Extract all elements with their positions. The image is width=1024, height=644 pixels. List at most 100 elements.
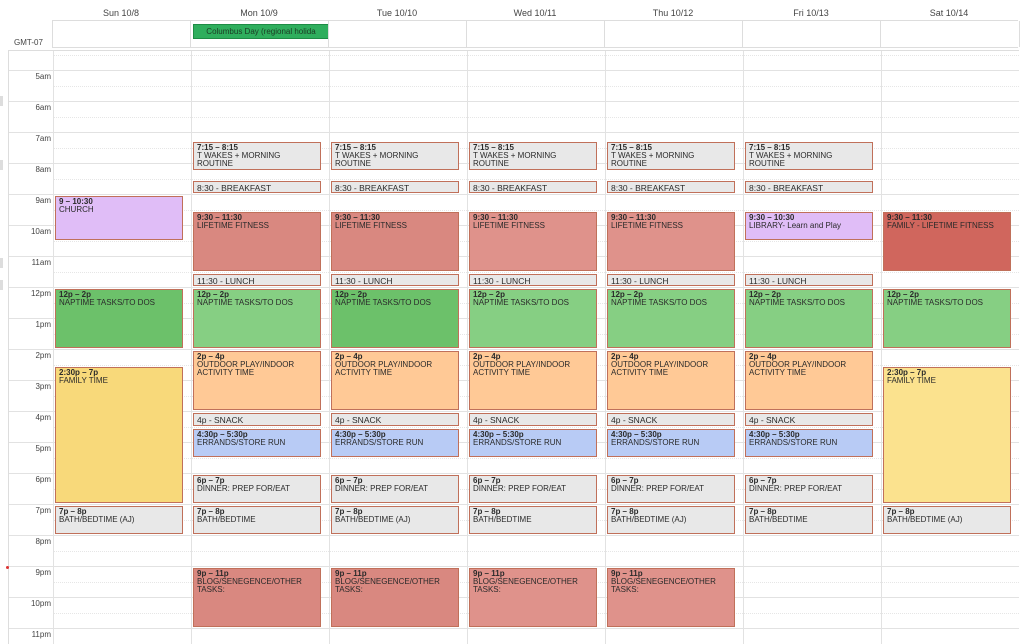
hour-label: 7pm	[9, 506, 51, 515]
calendar-event[interactable]: 8:30 - BREAKFAST	[331, 181, 459, 193]
calendar-event[interactable]: 7:15 – 8:15T WAKES + MORNING ROUTINE	[469, 142, 597, 170]
calendar-event[interactable]: 7p – 8pBATH/BEDTIME	[745, 506, 873, 534]
calendar-event[interactable]: 4:30p – 5:30pERRANDS/STORE RUN	[193, 429, 321, 457]
calendar-event[interactable]: 7p – 8pBATH/BEDTIME (AJ)	[55, 506, 183, 534]
all-day-cell[interactable]	[52, 21, 191, 47]
calendar-event[interactable]: 9:30 – 10:30LIBRARY- Learn and Play	[745, 212, 873, 240]
calendar-event[interactable]: 7p – 8pBATH/BEDTIME (AJ)	[883, 506, 1011, 534]
calendar-event[interactable]: 2p – 4pOUTDOOR PLAY/INDOOR ACTIVITY TIME	[607, 351, 735, 410]
calendar-event[interactable]: 6p – 7pDINNER: PREP FOR/EAT	[469, 475, 597, 503]
calendar-event[interactable]: 4p - SNACK	[469, 413, 597, 426]
calendar-event[interactable]: 11:30 - LUNCH	[193, 274, 321, 286]
calendar-event[interactable]: 7:15 – 8:15T WAKES + MORNING ROUTINE	[745, 142, 873, 170]
calendar-event[interactable]: 12p – 2pNAPTIME TASKS/TO DOS	[55, 289, 183, 348]
day-column-divider	[467, 51, 468, 644]
calendar-event[interactable]: 9:30 – 11:30LIFETIME FITNESS	[607, 212, 735, 271]
hour-label: 9pm	[9, 568, 51, 577]
event-title: OUTDOOR PLAY/INDOOR ACTIVITY TIME	[611, 361, 731, 377]
calendar-event[interactable]: 9p – 11pBLOG/SENEGENCE/OTHER TASKS:	[607, 568, 735, 627]
calendar-event[interactable]: 9p – 11pBLOG/SENEGENCE/OTHER TASKS:	[193, 568, 321, 627]
calendar-event[interactable]: 4:30p – 5:30pERRANDS/STORE RUN	[469, 429, 597, 457]
calendar-event[interactable]: 6p – 7pDINNER: PREP FOR/EAT	[331, 475, 459, 503]
calendar-event[interactable]: 9p – 11pBLOG/SENEGENCE/OTHER TASKS:	[331, 568, 459, 627]
event-title: NAPTIME TASKS/TO DOS	[59, 299, 179, 307]
calendar-event[interactable]: 9 – 10:30CHURCH	[55, 196, 183, 240]
calendar-event[interactable]: 9p – 11pBLOG/SENEGENCE/OTHER TASKS:	[469, 568, 597, 627]
calendar-event[interactable]: 7p – 8pBATH/BEDTIME	[469, 506, 597, 534]
event-title: 11:30 - LUNCH	[611, 276, 731, 286]
calendar-event[interactable]: 7:15 – 8:15T WAKES + MORNING ROUTINE	[331, 142, 459, 170]
half-hour-line	[53, 458, 1019, 459]
calendar-event[interactable]: 12p – 2pNAPTIME TASKS/TO DOS	[193, 289, 321, 348]
calendar-event[interactable]: 7p – 8pBATH/BEDTIME (AJ)	[607, 506, 735, 534]
calendar-event[interactable]: 8:30 - BREAKFAST	[469, 181, 597, 193]
half-hour-line	[53, 551, 1019, 552]
calendar-event[interactable]: 9:30 – 11:30LIFETIME FITNESS	[193, 212, 321, 271]
calendar-event[interactable]: 6p – 7pDINNER: PREP FOR/EAT	[745, 475, 873, 503]
all-day-cell[interactable]	[742, 21, 881, 47]
event-title: NAPTIME TASKS/TO DOS	[611, 299, 731, 307]
event-title: LIFETIME FITNESS	[335, 222, 455, 230]
all-day-cell[interactable]	[466, 21, 605, 47]
calendar-event[interactable]: 4p - SNACK	[607, 413, 735, 426]
calendar-event[interactable]: 4p - SNACK	[745, 413, 873, 426]
calendar-event[interactable]: 11:30 - LUNCH	[745, 274, 873, 286]
calendar-event[interactable]: 4:30p – 5:30pERRANDS/STORE RUN	[607, 429, 735, 457]
calendar-event[interactable]: 12p – 2pNAPTIME TASKS/TO DOS	[331, 289, 459, 348]
calendar-event[interactable]: 11:30 - LUNCH	[607, 274, 735, 286]
event-title: DINNER: PREP FOR/EAT	[335, 485, 455, 493]
calendar-event[interactable]: 6p – 7pDINNER: PREP FOR/EAT	[607, 475, 735, 503]
calendar-event[interactable]: 11:30 - LUNCH	[469, 274, 597, 286]
calendar-event[interactable]: 7p – 8pBATH/BEDTIME	[193, 506, 321, 534]
event-title: 8:30 - BREAKFAST	[749, 183, 869, 193]
day-column-divider	[53, 51, 54, 644]
all-day-cell[interactable]	[604, 21, 743, 47]
calendar-event[interactable]: 9:30 – 11:30LIFETIME FITNESS	[331, 212, 459, 271]
calendar-event[interactable]: 7p – 8pBATH/BEDTIME (AJ)	[331, 506, 459, 534]
event-title: ERRANDS/STORE RUN	[611, 439, 731, 447]
event-title: T WAKES + MORNING ROUTINE	[335, 152, 455, 168]
calendar-event[interactable]: 7:15 – 8:15T WAKES + MORNING ROUTINE	[607, 142, 735, 170]
calendar-event[interactable]: 2:30p – 7pFAMILY TIME	[55, 367, 183, 504]
side-panel-edge	[0, 280, 3, 290]
event-title: 8:30 - BREAKFAST	[335, 183, 455, 193]
calendar-event[interactable]: 4:30p – 5:30pERRANDS/STORE RUN	[331, 429, 459, 457]
hour-label: 9am	[9, 196, 51, 205]
calendar-event[interactable]: 2p – 4pOUTDOOR PLAY/INDOOR ACTIVITY TIME	[331, 351, 459, 410]
calendar-event[interactable]: 7:15 – 8:15T WAKES + MORNING ROUTINE	[193, 142, 321, 170]
day-column-divider	[743, 51, 744, 644]
calendar-event[interactable]: 12p – 2pNAPTIME TASKS/TO DOS	[469, 289, 597, 348]
calendar-event[interactable]: 2p – 4pOUTDOOR PLAY/INDOOR ACTIVITY TIME	[469, 351, 597, 410]
event-title: ERRANDS/STORE RUN	[197, 439, 317, 447]
calendar-event[interactable]: 9:30 – 11:30FAMILY - LIFETIME FITNESS	[883, 212, 1011, 271]
calendar-event[interactable]: 12p – 2pNAPTIME TASKS/TO DOS	[607, 289, 735, 348]
calendar-event[interactable]: 12p – 2pNAPTIME TASKS/TO DOS	[883, 289, 1011, 348]
event-title: 11:30 - LUNCH	[197, 276, 317, 286]
calendar-event[interactable]: 4p - SNACK	[193, 413, 321, 426]
hour-label: 5am	[9, 72, 51, 81]
calendar-event[interactable]: 11:30 - LUNCH	[331, 274, 459, 286]
calendar-event[interactable]: 8:30 - BREAKFAST	[607, 181, 735, 193]
all-day-cell[interactable]: Columbus Day (regional holida	[190, 21, 329, 47]
calendar-event[interactable]: 8:30 - BREAKFAST	[193, 181, 321, 193]
all-day-cell[interactable]	[880, 21, 1020, 47]
side-panel-edge	[0, 160, 3, 170]
calendar-event[interactable]: 12p – 2pNAPTIME TASKS/TO DOS	[745, 289, 873, 348]
all-day-event[interactable]: Columbus Day (regional holida	[193, 24, 329, 39]
hour-label: 8am	[9, 165, 51, 174]
current-time-indicator	[6, 566, 9, 569]
calendar-event[interactable]: 4:30p – 5:30pERRANDS/STORE RUN	[745, 429, 873, 457]
calendar-event[interactable]: 6p – 7pDINNER: PREP FOR/EAT	[193, 475, 321, 503]
calendar-event[interactable]: 2p – 4pOUTDOOR PLAY/INDOOR ACTIVITY TIME	[745, 351, 873, 410]
calendar-event[interactable]: 8:30 - BREAKFAST	[745, 181, 873, 193]
hour-label: 4pm	[9, 413, 51, 422]
calendar-event[interactable]: 9:30 – 11:30LIFETIME FITNESS	[469, 212, 597, 271]
event-title: BATH/BEDTIME (AJ)	[611, 516, 731, 524]
hour-label: 8pm	[9, 537, 51, 546]
hour-label: 10pm	[9, 599, 51, 608]
all-day-cell[interactable]	[328, 21, 467, 47]
hour-line	[9, 504, 1019, 505]
calendar-event[interactable]: 2:30p – 7pFAMILY TIME	[883, 367, 1011, 504]
calendar-event[interactable]: 2p – 4pOUTDOOR PLAY/INDOOR ACTIVITY TIME	[193, 351, 321, 410]
calendar-event[interactable]: 4p - SNACK	[331, 413, 459, 426]
